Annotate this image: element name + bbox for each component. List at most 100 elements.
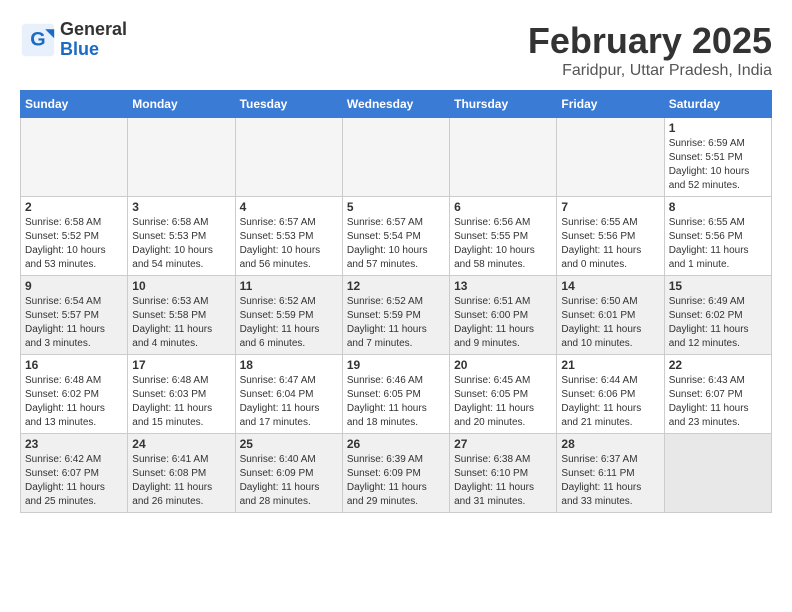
day-number: 23 <box>25 437 123 451</box>
day-cell: 27 Sunrise: 6:38 AM Sunset: 6:10 PM Dayli… <box>450 434 557 513</box>
day-cell: 9 Sunrise: 6:54 AM Sunset: 5:57 PM Daylig… <box>21 276 128 355</box>
day-cell: 3 Sunrise: 6:58 AM Sunset: 5:53 PM Daylig… <box>128 197 235 276</box>
header-tuesday: Tuesday <box>235 91 342 118</box>
week-row-0: 1 Sunrise: 6:59 AM Sunset: 5:51 PM Daylig… <box>21 118 772 197</box>
calendar-header-row: SundayMondayTuesdayWednesdayThursdayFrid… <box>21 91 772 118</box>
svg-text:G: G <box>30 28 45 50</box>
day-cell: 17Sunrise: 6:48 AM Sunset: 6:03 PM Dayli… <box>128 355 235 434</box>
day-number: 14 <box>561 279 659 293</box>
day-cell: 15 Sunrise: 6:49 AM Sunset: 6:02 PM Dayli… <box>664 276 771 355</box>
day-cell: 16 Sunrise: 6:48 AM Sunset: 6:02 PM Dayli… <box>21 355 128 434</box>
day-info: Sunrise: 6:52 AM Sunset: 5:59 PM Dayligh… <box>240 295 338 351</box>
title-area: February 2025 Faridpur, Uttar Pradesh, I… <box>528 20 772 80</box>
header-saturday: Saturday <box>664 91 771 118</box>
day-number: 3 <box>132 200 230 214</box>
day-info: Sunrise: 6:38 AM Sunset: 6:10 PM Dayligh… <box>454 453 552 509</box>
day-info: Sunrise: 6:58 AM Sunset: 5:53 PM Dayligh… <box>132 216 230 272</box>
day-cell: 5 Sunrise: 6:57 AM Sunset: 5:54 PM Daylig… <box>342 197 449 276</box>
day-info: Sunrise: 6:44 AM Sunset: 6:06 PM Dayligh… <box>561 374 659 430</box>
day-number: 13 <box>454 279 552 293</box>
day-info: Sunrise: 6:57 AM Sunset: 5:54 PM Dayligh… <box>347 216 445 272</box>
day-cell <box>557 118 664 197</box>
day-number: 11 <box>240 279 338 293</box>
day-number: 12 <box>347 279 445 293</box>
day-info: Sunrise: 6:46 AM Sunset: 6:05 PM Dayligh… <box>347 374 445 430</box>
day-cell: 8 Sunrise: 6:55 AM Sunset: 5:56 PM Daylig… <box>664 197 771 276</box>
header-thursday: Thursday <box>450 91 557 118</box>
day-info: Sunrise: 6:52 AM Sunset: 5:59 PM Dayligh… <box>347 295 445 351</box>
header: G General Blue February 2025 Faridpur, U… <box>20 20 772 80</box>
header-friday: Friday <box>557 91 664 118</box>
day-cell: 13 Sunrise: 6:51 AM Sunset: 6:00 PM Dayli… <box>450 276 557 355</box>
week-row-1: 2Sunrise: 6:58 AM Sunset: 5:52 PM Daylig… <box>21 197 772 276</box>
day-number: 21 <box>561 358 659 372</box>
day-cell: 26Sunrise: 6:39 AM Sunset: 6:09 PM Dayli… <box>342 434 449 513</box>
day-number: 15 <box>669 279 767 293</box>
day-cell <box>235 118 342 197</box>
day-info: Sunrise: 6:37 AM Sunset: 6:11 PM Dayligh… <box>561 453 659 509</box>
day-cell: 19 Sunrise: 6:46 AM Sunset: 6:05 PM Dayli… <box>342 355 449 434</box>
location-title: Faridpur, Uttar Pradesh, India <box>528 62 772 80</box>
day-number: 10 <box>132 279 230 293</box>
day-cell: 14Sunrise: 6:50 AM Sunset: 6:01 PM Dayli… <box>557 276 664 355</box>
day-cell <box>342 118 449 197</box>
day-cell: 2Sunrise: 6:58 AM Sunset: 5:52 PM Daylig… <box>21 197 128 276</box>
day-cell <box>450 118 557 197</box>
day-number: 6 <box>454 200 552 214</box>
day-cell: 6 Sunrise: 6:56 AM Sunset: 5:55 PM Daylig… <box>450 197 557 276</box>
day-info: Sunrise: 6:54 AM Sunset: 5:57 PM Dayligh… <box>25 295 123 351</box>
day-number: 7 <box>561 200 659 214</box>
day-number: 22 <box>669 358 767 372</box>
day-cell: 25Sunrise: 6:40 AM Sunset: 6:09 PM Dayli… <box>235 434 342 513</box>
logo-general-text: General <box>60 20 127 40</box>
day-info: Sunrise: 6:47 AM Sunset: 6:04 PM Dayligh… <box>240 374 338 430</box>
day-cell: 11 Sunrise: 6:52 AM Sunset: 5:59 PM Dayli… <box>235 276 342 355</box>
day-cell: 21 Sunrise: 6:44 AM Sunset: 6:06 PM Dayli… <box>557 355 664 434</box>
day-cell: 12 Sunrise: 6:52 AM Sunset: 5:59 PM Dayli… <box>342 276 449 355</box>
day-number: 9 <box>25 279 123 293</box>
header-monday: Monday <box>128 91 235 118</box>
day-info: Sunrise: 6:55 AM Sunset: 5:56 PM Dayligh… <box>561 216 659 272</box>
month-title: February 2025 <box>528 20 772 62</box>
day-number: 16 <box>25 358 123 372</box>
day-number: 18 <box>240 358 338 372</box>
day-number: 8 <box>669 200 767 214</box>
day-info: Sunrise: 6:43 AM Sunset: 6:07 PM Dayligh… <box>669 374 767 430</box>
day-info: Sunrise: 6:39 AM Sunset: 6:09 PM Dayligh… <box>347 453 445 509</box>
day-info: Sunrise: 6:55 AM Sunset: 5:56 PM Dayligh… <box>669 216 767 272</box>
header-wednesday: Wednesday <box>342 91 449 118</box>
day-number: 27 <box>454 437 552 451</box>
day-info: Sunrise: 6:57 AM Sunset: 5:53 PM Dayligh… <box>240 216 338 272</box>
calendar: SundayMondayTuesdayWednesdayThursdayFrid… <box>20 90 772 513</box>
day-cell: 24 Sunrise: 6:41 AM Sunset: 6:08 PM Dayli… <box>128 434 235 513</box>
logo-blue-text: Blue <box>60 40 127 60</box>
day-number: 2 <box>25 200 123 214</box>
day-cell: 7 Sunrise: 6:55 AM Sunset: 5:56 PM Daylig… <box>557 197 664 276</box>
day-cell: 18 Sunrise: 6:47 AM Sunset: 6:04 PM Dayli… <box>235 355 342 434</box>
day-info: Sunrise: 6:59 AM Sunset: 5:51 PM Dayligh… <box>669 137 767 193</box>
day-number: 4 <box>240 200 338 214</box>
week-row-3: 16 Sunrise: 6:48 AM Sunset: 6:02 PM Dayli… <box>21 355 772 434</box>
week-row-4: 23Sunrise: 6:42 AM Sunset: 6:07 PM Dayli… <box>21 434 772 513</box>
day-info: Sunrise: 6:51 AM Sunset: 6:00 PM Dayligh… <box>454 295 552 351</box>
day-cell: 22 Sunrise: 6:43 AM Sunset: 6:07 PM Dayli… <box>664 355 771 434</box>
logo-icon: G <box>20 22 56 58</box>
day-number: 19 <box>347 358 445 372</box>
day-number: 1 <box>669 121 767 135</box>
day-info: Sunrise: 6:48 AM Sunset: 6:02 PM Dayligh… <box>25 374 123 430</box>
day-number: 24 <box>132 437 230 451</box>
day-cell: 23Sunrise: 6:42 AM Sunset: 6:07 PM Dayli… <box>21 434 128 513</box>
day-info: Sunrise: 6:49 AM Sunset: 6:02 PM Dayligh… <box>669 295 767 351</box>
day-cell <box>128 118 235 197</box>
day-info: Sunrise: 6:56 AM Sunset: 5:55 PM Dayligh… <box>454 216 552 272</box>
week-row-2: 9 Sunrise: 6:54 AM Sunset: 5:57 PM Daylig… <box>21 276 772 355</box>
day-cell: 10Sunrise: 6:53 AM Sunset: 5:58 PM Dayli… <box>128 276 235 355</box>
day-cell: 1 Sunrise: 6:59 AM Sunset: 5:51 PM Daylig… <box>664 118 771 197</box>
day-number: 28 <box>561 437 659 451</box>
day-number: 5 <box>347 200 445 214</box>
day-info: Sunrise: 6:41 AM Sunset: 6:08 PM Dayligh… <box>132 453 230 509</box>
logo: G General Blue <box>20 20 127 60</box>
header-sunday: Sunday <box>21 91 128 118</box>
day-number: 25 <box>240 437 338 451</box>
day-info: Sunrise: 6:45 AM Sunset: 6:05 PM Dayligh… <box>454 374 552 430</box>
